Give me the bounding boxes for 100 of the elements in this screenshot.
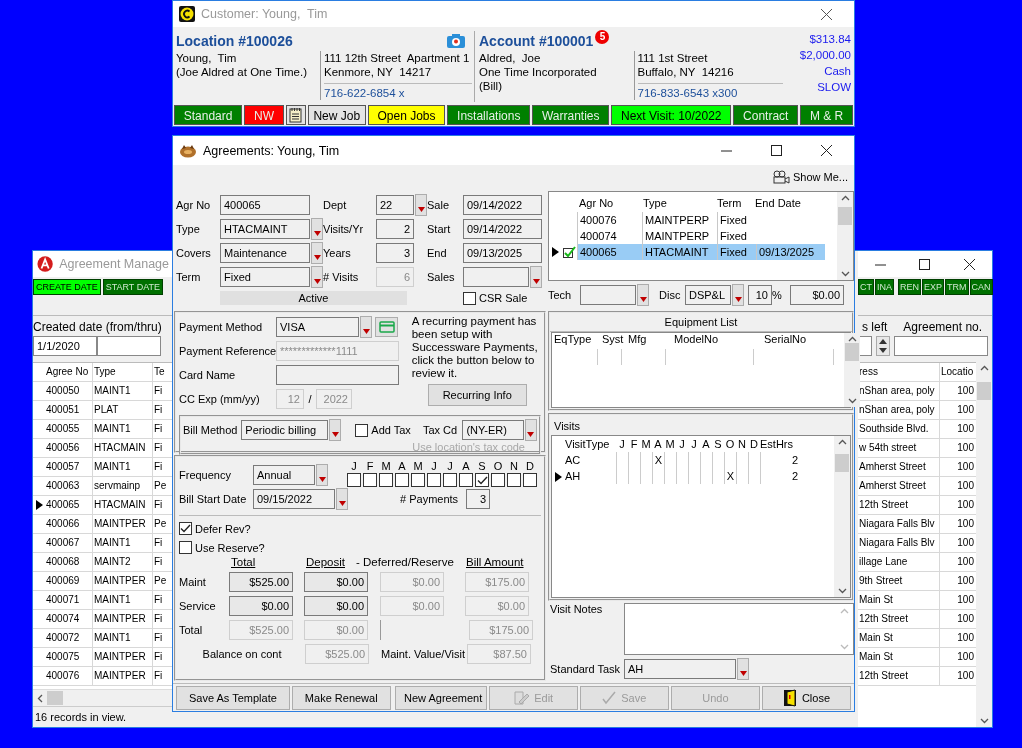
column-header[interactable]: Agr No xyxy=(577,195,641,211)
status-tab[interactable]: Standard xyxy=(174,105,243,125)
action-button[interactable]: Save As Template xyxy=(176,686,290,710)
action-button[interactable]: Close xyxy=(761,686,851,710)
column-header[interactable]: Type xyxy=(641,195,715,211)
column-header[interactable]: S xyxy=(712,436,724,452)
checkbox[interactable] xyxy=(427,473,441,487)
input-field[interactable] xyxy=(580,285,636,305)
phone-number[interactable]: 716-622-6854 x xyxy=(324,83,472,100)
checkbox[interactable] xyxy=(523,473,537,487)
checkbox[interactable] xyxy=(355,423,369,437)
column-header[interactable]: Mfg xyxy=(626,333,672,349)
input-field[interactable]: Annual xyxy=(253,465,315,485)
input-field[interactable]: (NY-ER) xyxy=(462,420,524,440)
column-header[interactable]: M xyxy=(640,436,652,452)
dropdown-button[interactable] xyxy=(329,419,342,441)
spin-up-icon[interactable] xyxy=(879,339,887,344)
status-tab[interactable]: Next Visit: 10/2022 xyxy=(611,105,732,125)
column-header[interactable]: O xyxy=(724,436,736,452)
column-header[interactable]: J xyxy=(688,436,700,452)
amount-field[interactable]: $0.00 xyxy=(304,572,368,592)
scrollbar[interactable] xyxy=(976,362,992,727)
location-heading[interactable]: Location #100026 xyxy=(176,33,293,49)
scroll-down-icon[interactable] xyxy=(979,718,989,724)
input-field[interactable]: HTACMAINT xyxy=(220,219,310,239)
dropdown-button[interactable] xyxy=(732,284,744,306)
column-header[interactable]: A xyxy=(700,436,712,452)
filter-tab[interactable]: CREATE DATE xyxy=(33,279,101,295)
status-tab[interactable]: NW xyxy=(244,105,284,125)
spin-down-icon[interactable] xyxy=(879,348,887,353)
scroll-up-icon[interactable] xyxy=(840,195,850,201)
input-field[interactable]: Fixed xyxy=(220,267,310,287)
spinner[interactable] xyxy=(876,336,890,356)
checkbox[interactable] xyxy=(379,473,393,487)
camera-icon[interactable] xyxy=(446,33,466,49)
scroll-thumb[interactable] xyxy=(835,453,849,472)
date-field[interactable]: 1/1/2020 xyxy=(33,336,97,356)
filter-tab[interactable]: CAN xyxy=(969,279,993,295)
input-field[interactable]: 09/15/2022 xyxy=(253,489,335,509)
input-field[interactable]: 10 xyxy=(748,285,772,305)
dropdown-button[interactable] xyxy=(415,194,427,216)
column-header[interactable]: VisitType xyxy=(552,436,616,452)
column-header[interactable]: J xyxy=(676,436,688,452)
input-field[interactable]: 09/13/2025 xyxy=(463,243,542,263)
agreement-number-field[interactable] xyxy=(894,336,988,356)
column-header[interactable]: M xyxy=(664,436,676,452)
amount-field[interactable]: $0.00 xyxy=(229,596,293,616)
scroll-down-icon[interactable] xyxy=(837,588,847,594)
recurring-info-button[interactable]: Recurring Info xyxy=(427,384,527,406)
status-tab[interactable]: M & R xyxy=(800,105,854,125)
account-heading[interactable]: Account #100001 xyxy=(479,33,594,49)
column-header[interactable]: Locatio xyxy=(940,363,974,381)
input-field[interactable]: Maintenance xyxy=(220,243,310,263)
column-header[interactable]: Agree No xyxy=(33,363,93,381)
input-field[interactable] xyxy=(463,267,529,287)
dropdown-button[interactable] xyxy=(336,488,348,510)
filter-tab[interactable]: CT xyxy=(858,279,874,295)
input-field[interactable]: 09/14/2022 xyxy=(463,195,542,215)
column-header[interactable]: A xyxy=(652,436,664,452)
scroll-up-icon[interactable] xyxy=(837,439,847,445)
dropdown-button[interactable] xyxy=(637,284,649,306)
checkbox[interactable] xyxy=(463,291,476,305)
column-header[interactable]: EstHrs xyxy=(760,436,800,452)
dropdown-button[interactable] xyxy=(525,419,537,441)
list-row[interactable]: 400076 MAINTPERP Fixed xyxy=(577,212,825,228)
checkbox[interactable] xyxy=(475,473,489,487)
filter-tab[interactable]: REN xyxy=(898,279,922,295)
status-tab[interactable]: Open Jobs xyxy=(367,105,446,125)
filter-tab[interactable]: EXP xyxy=(922,279,945,295)
column-header[interactable]: F xyxy=(628,436,640,452)
status-tab[interactable]: Installations xyxy=(447,105,531,125)
scroll-left-icon[interactable] xyxy=(37,693,43,703)
scrollbar[interactable] xyxy=(837,192,853,280)
action-button[interactable]: New Agreement xyxy=(394,686,487,710)
input-field[interactable]: 2 xyxy=(376,219,414,239)
scroll-up-icon[interactable] xyxy=(979,365,989,371)
checkbox[interactable] xyxy=(395,473,409,487)
checkbox[interactable] xyxy=(507,473,521,487)
scroll-down-icon[interactable] xyxy=(840,271,850,277)
column-header[interactable]: Te xyxy=(153,363,170,381)
date-field[interactable] xyxy=(97,336,161,356)
scrollbar[interactable] xyxy=(33,689,173,706)
scroll-thumb[interactable] xyxy=(47,691,63,705)
column-header[interactable]: SerialNo xyxy=(762,333,844,349)
input-field[interactable]: AH xyxy=(624,659,736,679)
checkbox[interactable] xyxy=(363,473,377,487)
list-row[interactable]: 400065 HTACMAINT Fixed 09/13/2025 xyxy=(577,244,825,260)
checkbox[interactable] xyxy=(459,473,473,487)
new-job-button[interactable]: New Job xyxy=(307,105,366,125)
dropdown-button[interactable] xyxy=(360,316,372,338)
column-header[interactable]: Syst xyxy=(600,333,626,349)
input-field[interactable] xyxy=(276,365,399,385)
dropdown-button[interactable] xyxy=(316,464,328,486)
scroll-up-icon[interactable] xyxy=(847,336,857,342)
scroll-thumb[interactable] xyxy=(838,207,852,226)
amount-field[interactable]: $525.00 xyxy=(229,572,293,592)
dropdown-button[interactable] xyxy=(311,218,323,240)
input-field[interactable]: 400065 xyxy=(220,195,310,215)
column-header[interactable]: Type xyxy=(93,363,153,381)
dropdown-button[interactable] xyxy=(737,658,749,680)
